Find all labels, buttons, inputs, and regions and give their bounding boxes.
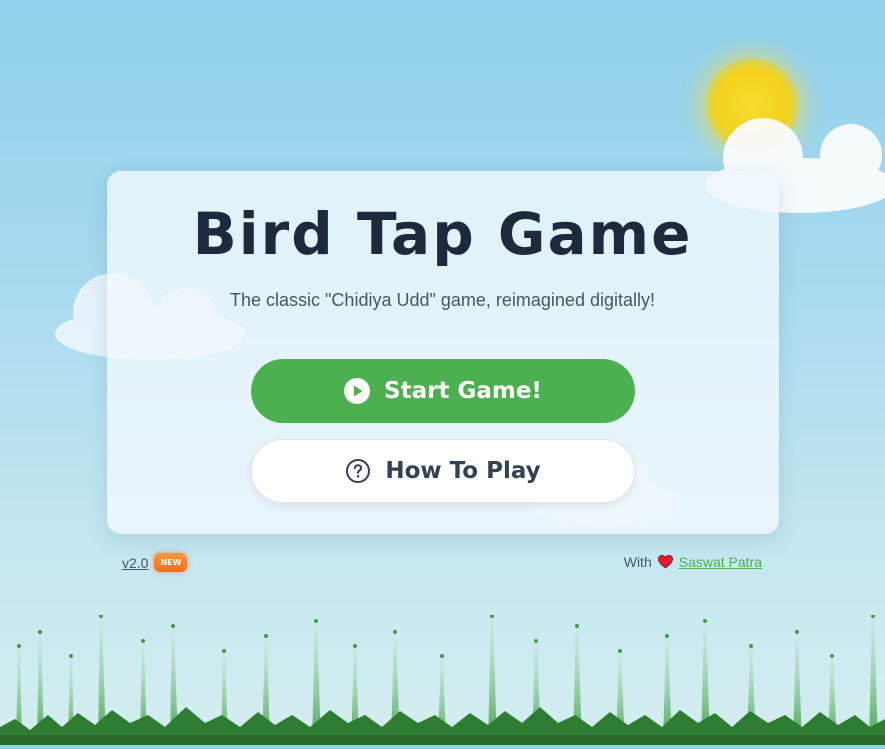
how-to-play-label: How To Play xyxy=(385,458,541,484)
author-link[interactable]: Saswat Patra xyxy=(679,554,762,570)
start-game-label: Start Game! xyxy=(384,378,542,404)
game-title: Bird Tap Game xyxy=(192,200,693,268)
grass-decoration xyxy=(0,614,885,745)
version-link[interactable]: v2.0 xyxy=(122,555,148,571)
play-circle-icon xyxy=(344,378,371,404)
start-game-button[interactable]: Start Game! xyxy=(251,359,635,423)
question-circle-icon xyxy=(345,458,371,484)
credits-with-text: With xyxy=(623,553,652,570)
how-to-play-button[interactable]: How To Play xyxy=(251,439,635,503)
credits: With Saswat Patra xyxy=(624,553,762,570)
version-info: v2.0 NEW xyxy=(122,553,188,572)
game-subtitle: The classic "Chidiya Udd" game, reimagin… xyxy=(230,290,655,310)
heart-icon xyxy=(657,553,674,570)
new-badge: NEW xyxy=(154,553,188,572)
